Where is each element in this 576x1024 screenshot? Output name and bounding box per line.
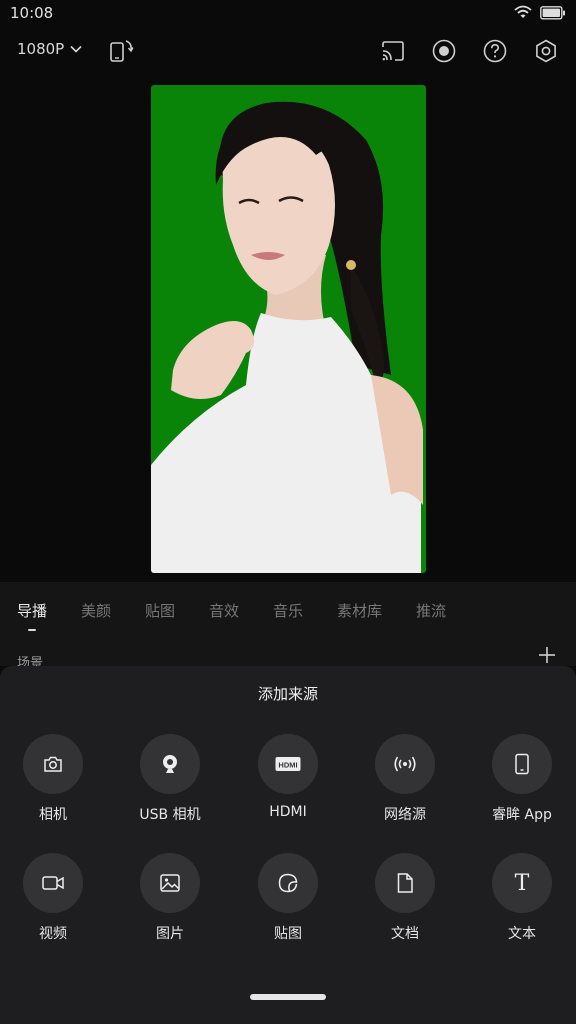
source-circle [375, 853, 435, 913]
add-source-sheet: 添加来源 相机 USB 相机 HDMI HDMI 网络源 睿眸 App 视频 图… [0, 666, 576, 1024]
broadcast-icon [394, 756, 416, 772]
hdmi-icon: HDMI [275, 757, 301, 771]
battery-icon [540, 6, 565, 20]
preview-area [0, 76, 576, 582]
source-circle [23, 853, 83, 913]
source-label: 文档 [391, 926, 419, 942]
source-label: 视频 [39, 926, 67, 942]
source-circle [375, 734, 435, 794]
source-app[interactable]: 睿眸 App [467, 734, 576, 824]
source-circle [140, 734, 200, 794]
sheet-title: 添加来源 [257, 685, 318, 703]
source-circle: T [492, 853, 552, 913]
rotate-screen-icon[interactable] [108, 38, 134, 64]
source-hdmi[interactable]: HDMI HDMI [233, 734, 343, 820]
tab-streaming[interactable]: 推流 [416, 600, 446, 621]
source-label: 图片 [156, 926, 184, 942]
person-image [151, 101, 423, 573]
webcam-icon [163, 755, 177, 773]
active-tab-indicator [28, 629, 36, 631]
video-icon [42, 876, 64, 890]
tab-sticker[interactable]: 贴图 [145, 600, 175, 621]
source-label: 相机 [39, 807, 67, 823]
source-text[interactable]: T 文本 [467, 853, 576, 943]
source-circle [23, 734, 83, 794]
record-icon[interactable] [431, 38, 457, 64]
camera-icon [44, 756, 62, 772]
sticker-icon [278, 873, 298, 893]
source-sticker[interactable]: 贴图 [233, 853, 343, 943]
source-circle: HDMI [258, 734, 318, 794]
resolution-selector[interactable]: 1080P [17, 40, 82, 58]
source-label: 睿眸 App [492, 807, 552, 823]
function-tabs: 导播 美颜 贴图 音效 音乐 素材库 推流 场景 [0, 582, 576, 671]
wifi-icon [514, 5, 532, 18]
source-label: HDMI [269, 804, 307, 820]
help-icon[interactable] [482, 38, 508, 64]
status-bar: 10:08 [0, 0, 576, 28]
source-circle [258, 853, 318, 913]
chevron-down-icon [70, 45, 82, 53]
source-document[interactable]: 文档 [350, 853, 460, 943]
tab-beauty[interactable]: 美颜 [81, 600, 111, 621]
source-image[interactable]: 图片 [115, 853, 225, 943]
resolution-label: 1080P [17, 40, 65, 58]
hdmi-badge-text: HDMI [278, 760, 297, 769]
source-network[interactable]: 网络源 [350, 734, 460, 824]
tab-sound-effects[interactable]: 音效 [209, 600, 239, 621]
source-label: 文本 [508, 926, 536, 942]
cast-icon[interactable] [380, 38, 406, 64]
source-label: USB 相机 [139, 807, 201, 823]
text-icon: T [514, 870, 530, 896]
source-video[interactable]: 视频 [0, 853, 108, 943]
home-indicator[interactable] [250, 994, 326, 1000]
document-icon [397, 873, 413, 893]
status-time: 10:08 [10, 4, 54, 22]
tab-material-library[interactable]: 素材库 [337, 600, 382, 621]
source-circle [492, 734, 552, 794]
add-scene-icon[interactable] [538, 646, 556, 664]
tab-director[interactable]: 导播 [17, 600, 47, 621]
tab-music[interactable]: 音乐 [273, 600, 303, 621]
phone-icon [515, 753, 529, 775]
settings-icon[interactable] [533, 38, 559, 64]
source-camera[interactable]: 相机 [0, 734, 108, 824]
image-icon [160, 874, 180, 892]
preview-canvas[interactable] [151, 85, 426, 573]
source-usb-camera[interactable]: USB 相机 [115, 734, 225, 824]
source-label: 网络源 [384, 807, 426, 823]
source-circle [140, 853, 200, 913]
top-toolbar: 1080P [0, 30, 576, 74]
source-label: 贴图 [274, 926, 302, 942]
